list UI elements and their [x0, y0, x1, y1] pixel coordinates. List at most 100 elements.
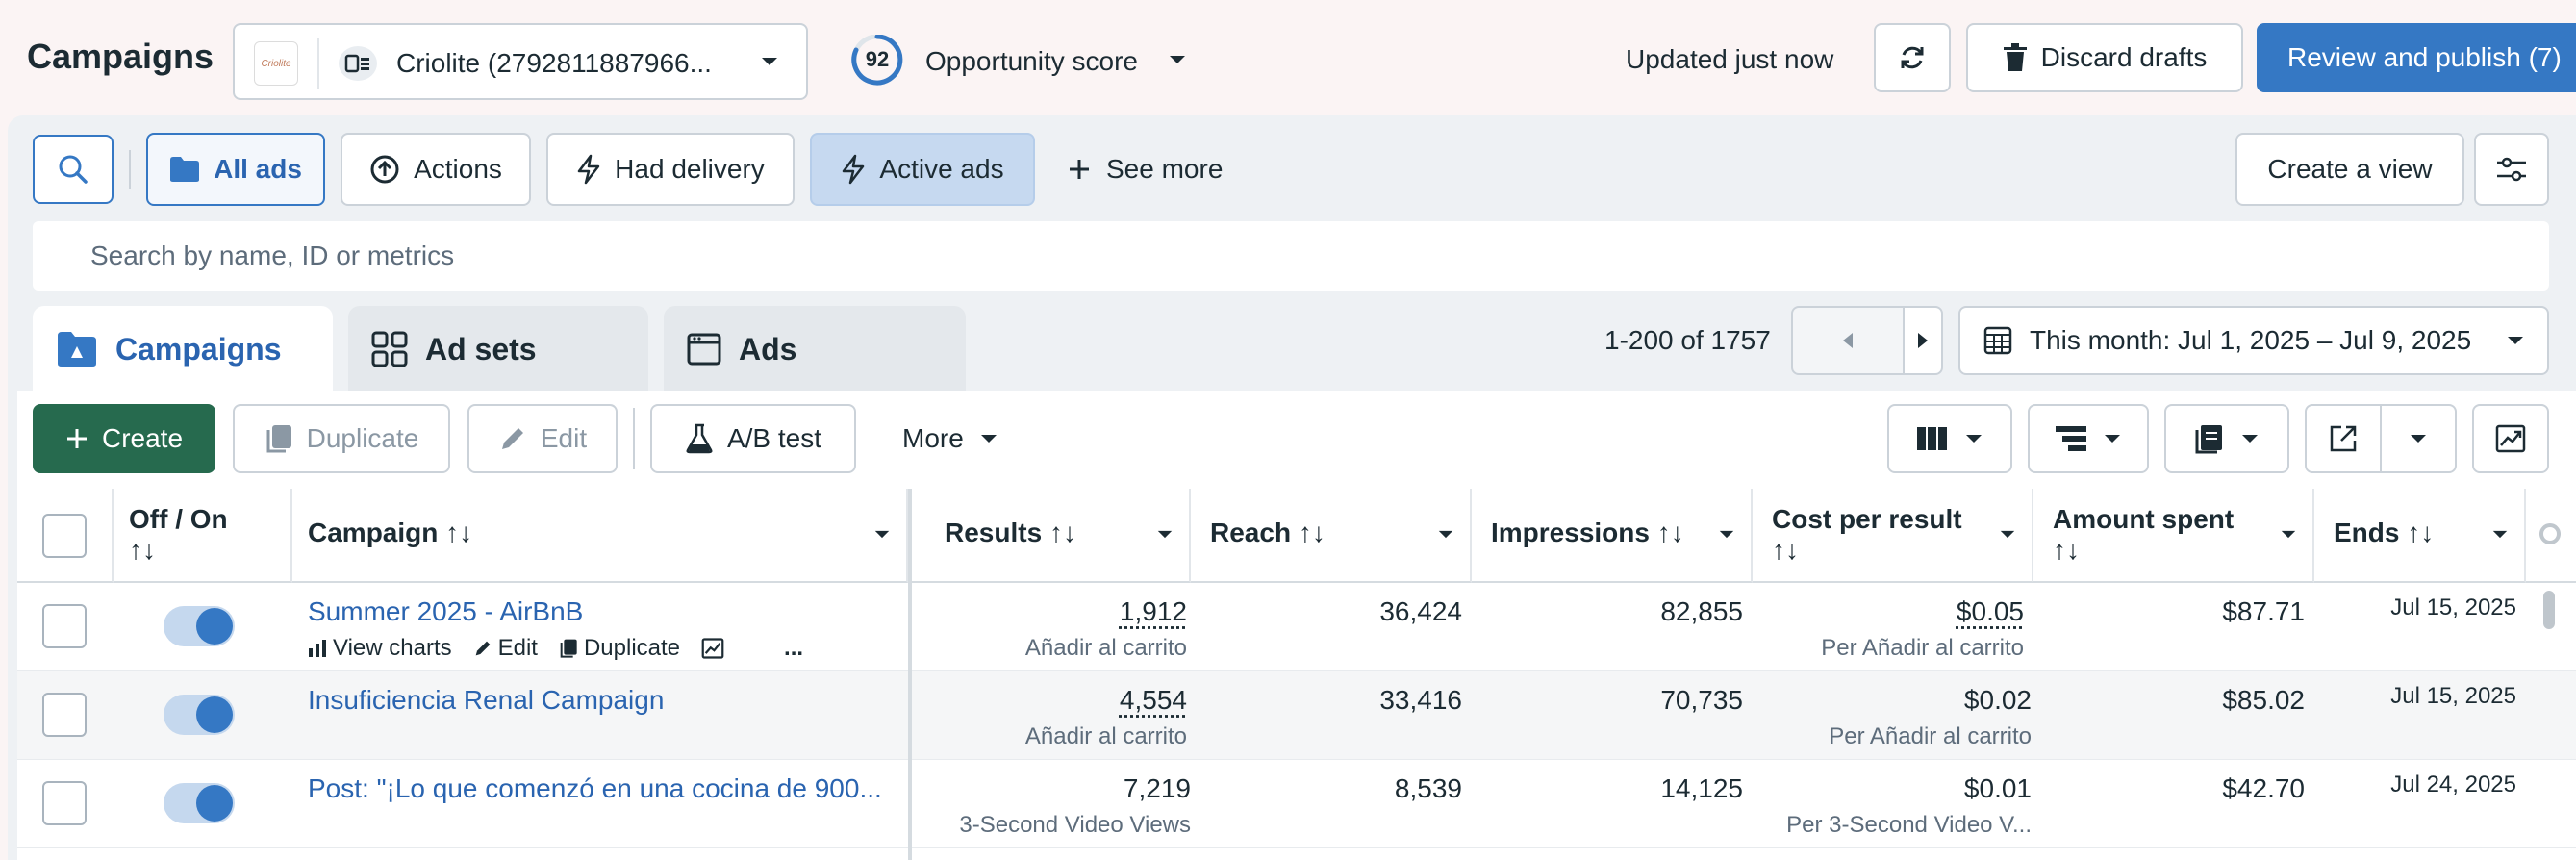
- sort-icon: ↑↓: [1772, 535, 2018, 566]
- column-header-ends[interactable]: Ends ↑↓: [2314, 489, 2526, 583]
- caret-down-icon[interactable]: [1437, 529, 1454, 540]
- column-header-campaign[interactable]: Campaign ↑↓: [292, 489, 908, 583]
- toggle-knob: [196, 608, 233, 645]
- grid-icon: [371, 331, 408, 367]
- campaign-name-link[interactable]: Summer 2025 - AirBnB: [308, 596, 583, 627]
- impressions-value: 14,125: [1472, 773, 1743, 804]
- select-all-checkbox[interactable]: [42, 514, 87, 558]
- column-header-impressions[interactable]: Impressions ↑↓: [1472, 489, 1753, 583]
- tab-ad-sets[interactable]: Ad sets: [348, 306, 648, 392]
- next-page-button[interactable]: [1903, 306, 1943, 375]
- row-edit-action[interactable]: Edit: [473, 635, 538, 662]
- campaign-name-link[interactable]: Insuficiencia Renal Campaign: [308, 685, 664, 716]
- filter-active-ads[interactable]: Active ads: [810, 133, 1035, 206]
- select-all-header: [17, 489, 114, 583]
- create-button[interactable]: Create: [33, 404, 215, 473]
- settings-icon[interactable]: [2539, 523, 2561, 544]
- row-checkbox[interactable]: [42, 693, 87, 737]
- sort-icon: ↑↓: [2053, 535, 2299, 566]
- campaign-name-link[interactable]: Post: "¡Lo que comenzó en una cocina de …: [308, 773, 900, 804]
- sort-icon: ↑↓: [2407, 518, 2434, 547]
- tab-campaigns[interactable]: Campaigns: [33, 306, 333, 392]
- chart-trend-icon: [2495, 424, 2526, 453]
- cost-per-result-value: $0.01: [1753, 773, 2032, 804]
- create-view-button[interactable]: Create a view: [2235, 133, 2464, 206]
- caret-down-icon[interactable]: [1156, 529, 1174, 540]
- ab-test-button[interactable]: A/B test: [650, 404, 856, 473]
- edit-button[interactable]: Edit: [467, 404, 618, 473]
- caret-down-icon: [2103, 433, 2122, 444]
- reports-button[interactable]: [2164, 404, 2289, 473]
- duplicate-button[interactable]: Duplicate: [233, 404, 450, 473]
- filter-had-delivery[interactable]: Had delivery: [546, 133, 795, 206]
- caret-down-icon[interactable]: [873, 529, 891, 540]
- account-selector[interactable]: Criolite Criolite (2792811887966...: [233, 23, 808, 100]
- caret-down-icon[interactable]: [2280, 529, 2297, 540]
- row-toggle[interactable]: [164, 783, 235, 823]
- refresh-button[interactable]: [1874, 23, 1951, 92]
- review-and-publish-button[interactable]: Review and publish (7): [2257, 23, 2576, 92]
- breakdown-button[interactable]: [2028, 404, 2149, 473]
- page-title: Campaigns: [27, 37, 214, 77]
- view-charts-action[interactable]: View charts: [308, 635, 452, 662]
- row-toggle[interactable]: [164, 695, 235, 735]
- date-range-picker[interactable]: This month: Jul 1, 2025 – Jul 9, 2025: [1958, 306, 2549, 375]
- previous-page-button[interactable]: [1791, 306, 1905, 375]
- export-menu-button[interactable]: [2380, 404, 2457, 473]
- column-header-cost-per-result[interactable]: Cost per result ↑↓: [1753, 489, 2033, 583]
- search-button[interactable]: [33, 135, 114, 204]
- impressions-value: 82,855: [1472, 596, 1743, 627]
- column-header-reach[interactable]: Reach ↑↓: [1191, 489, 1472, 583]
- columns-button[interactable]: [1887, 404, 2012, 473]
- create-label: Create: [102, 423, 183, 454]
- caret-down-icon: [760, 56, 779, 67]
- amount-spent-value: $87.71: [2033, 596, 2305, 627]
- discard-drafts-button[interactable]: Discard drafts: [1966, 23, 2243, 92]
- row-toggle[interactable]: [164, 606, 235, 646]
- search-input[interactable]: Search by name, ID or metrics: [33, 221, 2549, 291]
- results-value[interactable]: 4,554: [912, 685, 1187, 716]
- toggle-knob: [196, 785, 233, 822]
- ad-account-icon: [339, 46, 377, 81]
- filter-settings-button[interactable]: [2474, 133, 2549, 206]
- column-label: Impressions: [1491, 518, 1650, 547]
- results-value[interactable]: 1,912: [912, 596, 1187, 627]
- ab-test-label: A/B test: [727, 423, 821, 454]
- vertical-scrollbar[interactable]: [2543, 591, 2555, 629]
- more-dropdown[interactable]: More: [881, 404, 998, 473]
- opportunity-score-value: 92: [848, 35, 906, 85]
- row-checkbox[interactable]: [42, 781, 87, 825]
- duplicate-icon: [265, 423, 293, 454]
- row-more-action[interactable]: ...: [784, 635, 803, 662]
- cost-per-result-value[interactable]: $0.05: [1753, 596, 2024, 627]
- filter-all-ads-label: All ads: [214, 154, 302, 185]
- export-button[interactable]: [2305, 404, 2382, 473]
- filter-all-ads[interactable]: All ads: [146, 133, 325, 206]
- tab-ads[interactable]: Ads: [664, 306, 966, 392]
- caret-down-icon[interactable]: [2491, 529, 2509, 540]
- row-duplicate-action[interactable]: Duplicate: [559, 635, 680, 662]
- cost-per-result-type: Per 3-Second Video V...: [1753, 812, 2032, 839]
- opportunity-score-label[interactable]: Opportunity score: [925, 46, 1138, 77]
- caret-down-icon[interactable]: [1718, 529, 1735, 540]
- filter-actions[interactable]: Actions: [341, 133, 531, 206]
- chevron-left-icon: [1841, 332, 1855, 349]
- divider: [129, 150, 131, 189]
- column-label: Off / On: [129, 504, 277, 535]
- table-row[interactable]: Post: "¡Lo que comenzó en una cocina de …: [17, 760, 2576, 848]
- column-header-results[interactable]: Results ↑↓: [912, 489, 1191, 583]
- caret-down-icon[interactable]: [1999, 529, 2016, 540]
- row-checkbox[interactable]: [42, 604, 87, 648]
- plus-icon: [65, 427, 88, 450]
- row-chart-action[interactable]: [701, 638, 724, 659]
- column-header-off-on[interactable]: Off / On ↑↓: [114, 489, 292, 583]
- caret-down-icon[interactable]: [1168, 54, 1187, 65]
- frozen-column-divider: [908, 489, 912, 860]
- charts-button[interactable]: [2472, 404, 2549, 473]
- table-row[interactable]: Summer 2025 - AirBnB View charts Edit Du…: [17, 583, 2576, 671]
- account-logo: Criolite: [254, 41, 298, 86]
- column-header-amount-spent[interactable]: Amount spent ↑↓: [2033, 489, 2314, 583]
- campaigns-table: Off / On ↑↓ Campaign ↑↓ Results ↑↓ Reach…: [17, 489, 2576, 860]
- see-more-button[interactable]: See more: [1068, 142, 1223, 196]
- table-row[interactable]: Insuficiencia Renal Campaign 4,554 Añadi…: [17, 671, 2576, 760]
